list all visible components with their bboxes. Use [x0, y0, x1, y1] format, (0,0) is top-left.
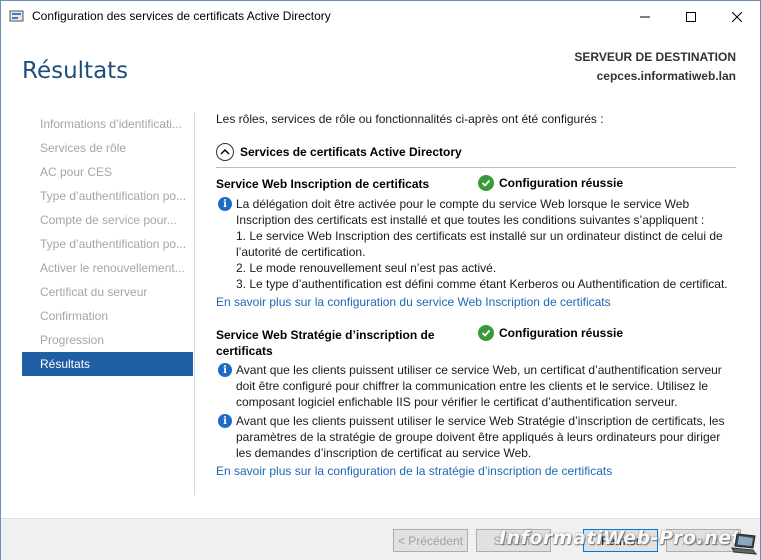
results-intro: Les rôles, services de rôle ou fonctionn… — [216, 112, 604, 126]
nav-item-ca-for-ces[interactable]: AC pour CES — [22, 160, 193, 184]
ces-info-line: l’autorité de certification. — [236, 245, 366, 259]
info-icon: i — [218, 197, 232, 211]
laptop-logo-icon — [731, 533, 758, 558]
cep-info-line: Avant que les clients puissent utiliser … — [236, 414, 725, 428]
minimize-icon — [640, 16, 650, 17]
ces-status: Configuration réussie — [478, 175, 623, 191]
nav-item-server-certificate[interactable]: Certificat du serveur — [22, 280, 193, 304]
cep-info-line: les demandes d’inscription de certificat… — [236, 446, 532, 460]
info-icon: i — [218, 414, 232, 428]
server-manager-icon — [9, 8, 25, 24]
destination-server-name: cepces.informatiweb.lan — [596, 69, 736, 83]
cep-status: Configuration réussie — [478, 325, 623, 341]
ces-info-line: 2. Le mode renouvellement seul n’est pas… — [236, 261, 497, 275]
wizard-window: Configuration des services de certificat… — [0, 0, 761, 560]
maximize-button[interactable] — [668, 1, 714, 32]
cep-title-line: certificats — [216, 344, 273, 358]
section-title: Services de certificats Active Directory — [240, 145, 462, 159]
ces-title: Service Web Inscription de certificats — [216, 177, 430, 191]
watermark-text: InformatiWeb-Pro.net — [499, 527, 742, 549]
nav-item-role-services[interactable]: Services de rôle — [22, 136, 193, 160]
nav-item-auth-type-cep[interactable]: Type d’authentification po... — [22, 232, 193, 256]
cep-info-2: i Avant que les clients puissent utilise… — [216, 413, 736, 461]
nav-item-credentials[interactable]: Informations d’identificati... — [22, 112, 193, 136]
section-divider — [216, 167, 736, 168]
section-header[interactable]: Services de certificats Active Directory — [216, 142, 462, 162]
ces-status-text: Configuration réussie — [499, 176, 624, 190]
nav-item-enable-renewal[interactable]: Activer le renouvellement... — [22, 256, 193, 280]
cep-info-line: composant logiciel enfichable IIS pour v… — [236, 395, 678, 409]
cep-title: Service Web Stratégie d’inscription de c… — [216, 327, 435, 359]
wizard-step-nav: Informations d’identificati... Services … — [22, 112, 193, 376]
maximize-icon — [686, 11, 696, 22]
cep-title-line: Service Web Stratégie d’inscription de — [216, 328, 435, 342]
page-title: Résultats — [22, 58, 129, 84]
nav-item-service-account[interactable]: Compte de service pour... — [22, 208, 193, 232]
nav-item-confirmation[interactable]: Confirmation — [22, 304, 193, 328]
cep-info-line: Avant que les clients puissent utiliser … — [236, 363, 722, 377]
previous-button[interactable]: < Précédent — [393, 529, 468, 552]
cep-status-text: Configuration réussie — [499, 326, 624, 340]
nav-item-results[interactable]: Résultats — [22, 352, 193, 376]
ces-info: i La délégation doit être activée pour l… — [216, 196, 736, 292]
window-title: Configuration des services de certificat… — [32, 9, 331, 23]
title-bar: Configuration des services de certificat… — [1, 1, 760, 32]
minimize-button[interactable] — [622, 1, 668, 32]
ces-learn-more-link[interactable]: En savoir plus sur la configuration du s… — [216, 295, 611, 309]
nav-item-auth-type-ces[interactable]: Type d’authentification po... — [22, 184, 193, 208]
destination-server-label: SERVEUR DE DESTINATION — [574, 50, 736, 64]
nav-divider — [194, 112, 195, 495]
close-icon — [732, 11, 742, 22]
success-check-icon — [478, 175, 494, 191]
ces-info-line: Inscription des certificats est installé… — [236, 213, 705, 227]
info-icon: i — [218, 363, 232, 377]
ces-info-line: 3. Le type d’authentification est défini… — [236, 277, 728, 291]
close-window-button[interactable] — [714, 1, 760, 32]
success-check-icon — [478, 325, 494, 341]
cep-info-line: paramètres de la stratégie de groupe doi… — [236, 430, 721, 444]
collapse-chevron-icon[interactable] — [216, 143, 234, 161]
cep-learn-more-link[interactable]: En savoir plus sur la configuration de l… — [216, 464, 612, 478]
cep-info-line: doit être configuré pour chiffrer la com… — [236, 379, 708, 393]
cep-info-1: i Avant que les clients puissent utilise… — [216, 362, 736, 410]
nav-item-progress[interactable]: Progression — [22, 328, 193, 352]
ces-info-line: La délégation doit être activée pour le … — [236, 197, 690, 211]
ces-info-line: 1. Le service Web Inscription des certif… — [236, 229, 723, 243]
